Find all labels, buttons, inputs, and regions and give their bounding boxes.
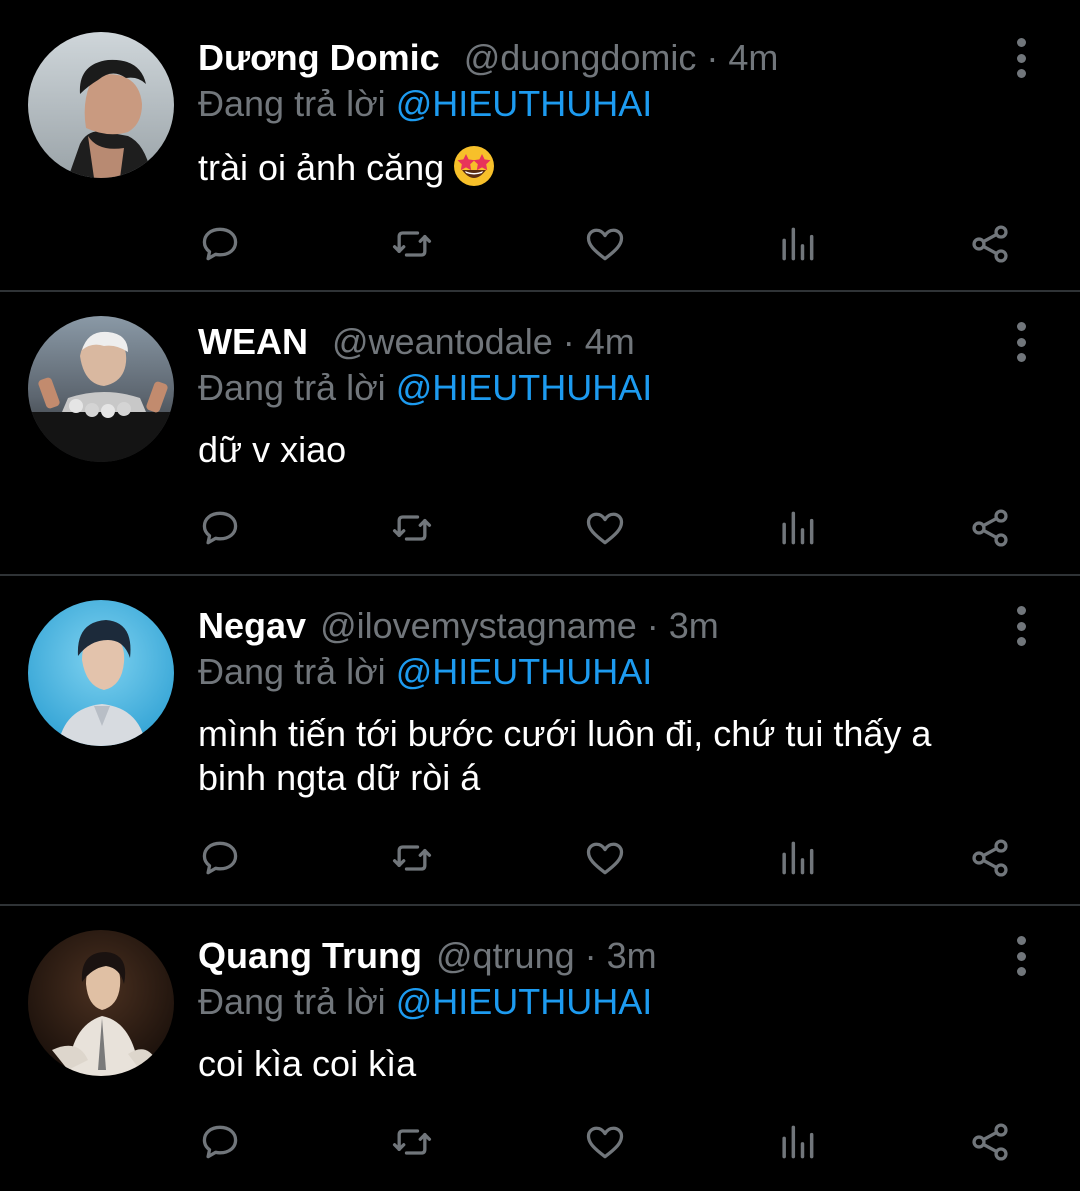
user-handle[interactable]: @qtrung <box>436 935 575 976</box>
replying-to-label: Đang trả lời <box>198 83 386 124</box>
tweet-text-container: dữ v xiao <box>198 428 1018 472</box>
tweet-actions <box>190 830 1020 886</box>
share-icon[interactable] <box>960 500 1020 556</box>
more-vertical-icon[interactable] <box>1006 322 1036 362</box>
tweet-header: WEAN @weantodale · 4m <box>198 320 635 364</box>
tweet-actions <box>190 500 1020 556</box>
reply-icon[interactable] <box>190 1114 250 1170</box>
tweet-text-container: trài oi ảnh căng <box>198 144 1018 198</box>
separator-dot: · <box>562 321 575 362</box>
avatar[interactable] <box>28 32 174 178</box>
replying-to-label: Đang trả lời <box>198 981 386 1022</box>
tweet-text: dữ v xiao <box>198 429 347 470</box>
display-name[interactable]: Negav <box>198 605 306 646</box>
avatar[interactable] <box>28 930 174 1076</box>
tweet[interactable]: Quang Trung @qtrung · 3m Đang trả lời @H… <box>0 906 1080 1191</box>
analytics-icon[interactable] <box>767 500 827 556</box>
retweet-icon[interactable] <box>382 1114 442 1170</box>
mention-link[interactable]: @HIEUTHUHAI <box>396 981 653 1022</box>
tweet[interactable]: WEAN @weantodale · 4m Đang trả lời @HIEU… <box>0 292 1080 576</box>
mention-link[interactable]: @HIEUTHUHAI <box>396 83 653 124</box>
tweet-text: mình tiến tới bước cưới luôn đi, chứ tui… <box>198 713 932 798</box>
timestamp[interactable]: 3m <box>607 935 657 976</box>
replying-to: Đang trả lời @HIEUTHUHAI <box>198 366 652 410</box>
share-icon[interactable] <box>960 216 1020 272</box>
tweet[interactable]: Dương Domic @duongdomic · 4m Đang trả lờ… <box>0 0 1080 292</box>
replying-to-label: Đang trả lời <box>198 651 386 692</box>
analytics-icon[interactable] <box>767 830 827 886</box>
tweet-actions <box>190 216 1020 272</box>
timestamp[interactable]: 3m <box>669 605 719 646</box>
replying-to: Đang trả lời @HIEUTHUHAI <box>198 980 652 1024</box>
retweet-icon[interactable] <box>382 830 442 886</box>
avatar[interactable] <box>28 600 174 746</box>
mention-link[interactable]: @HIEUTHUHAI <box>396 367 653 408</box>
replying-to: Đang trả lời @HIEUTHUHAI <box>198 82 652 126</box>
reply-icon[interactable] <box>190 830 250 886</box>
reply-icon[interactable] <box>190 216 250 272</box>
separator-dot: · <box>646 605 659 646</box>
display-name[interactable]: Dương Domic <box>198 37 440 78</box>
replying-to-label: Đang trả lời <box>198 367 386 408</box>
tweet-text: trài oi ảnh căng <box>198 147 445 188</box>
replying-to: Đang trả lời @HIEUTHUHAI <box>198 650 652 694</box>
user-handle[interactable]: @duongdomic <box>464 37 697 78</box>
timestamp[interactable]: 4m <box>728 37 778 78</box>
tweet[interactable]: Negav @ilovemystagname · 3m Đang trả lời… <box>0 576 1080 906</box>
user-handle[interactable]: @ilovemystagname <box>320 605 637 646</box>
heart-icon[interactable] <box>575 830 635 886</box>
heart-icon[interactable] <box>575 216 635 272</box>
share-icon[interactable] <box>960 1114 1020 1170</box>
more-vertical-icon[interactable] <box>1006 38 1036 78</box>
heart-icon[interactable] <box>575 500 635 556</box>
tweet-text-container: mình tiến tới bước cưới luôn đi, chứ tui… <box>198 712 998 800</box>
share-icon[interactable] <box>960 830 1020 886</box>
retweet-icon[interactable] <box>382 500 442 556</box>
tweet-header: Quang Trung @qtrung · 3m <box>198 934 657 978</box>
reply-icon[interactable] <box>190 500 250 556</box>
tweet-actions <box>190 1114 1020 1170</box>
retweet-icon[interactable] <box>382 216 442 272</box>
heart-icon[interactable] <box>575 1114 635 1170</box>
display-name[interactable]: Quang Trung <box>198 935 422 976</box>
display-name[interactable]: WEAN <box>198 321 308 362</box>
separator-dot: · <box>706 37 719 78</box>
user-handle[interactable]: @weantodale <box>332 321 553 362</box>
avatar[interactable] <box>28 316 174 462</box>
tweet-header: Negav @ilovemystagname · 3m <box>198 604 719 648</box>
tweet-header: Dương Domic @duongdomic · 4m <box>198 36 778 80</box>
tweet-text-container: coi kìa coi kìa <box>198 1042 1018 1086</box>
analytics-icon[interactable] <box>767 216 827 272</box>
timestamp[interactable]: 4m <box>585 321 635 362</box>
separator-dot: · <box>584 935 597 976</box>
more-vertical-icon[interactable] <box>1006 936 1036 976</box>
star-struck-emoji <box>452 144 496 198</box>
tweet-text: coi kìa coi kìa <box>198 1043 417 1084</box>
mention-link[interactable]: @HIEUTHUHAI <box>396 651 653 692</box>
more-vertical-icon[interactable] <box>1006 606 1036 646</box>
analytics-icon[interactable] <box>767 1114 827 1170</box>
